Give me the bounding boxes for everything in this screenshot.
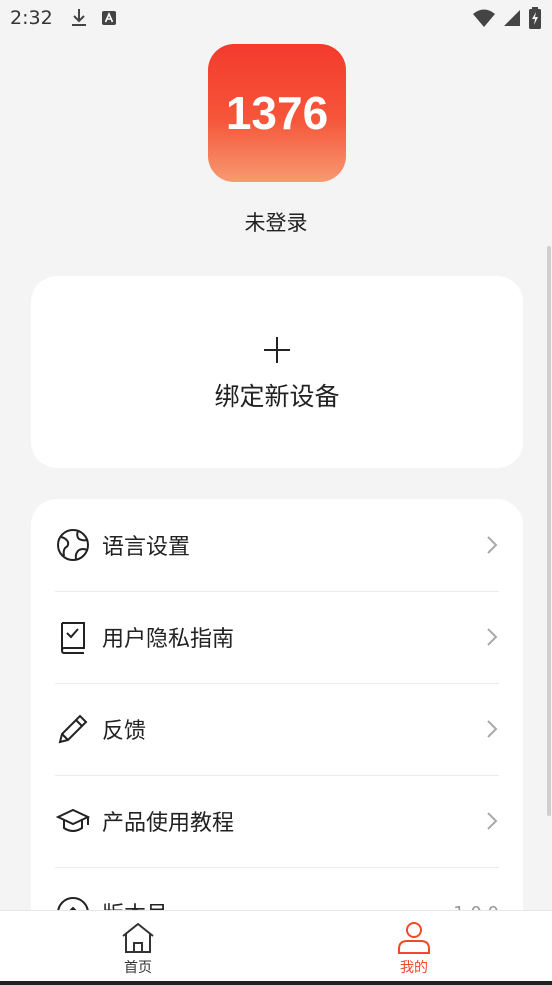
menu-item-privacy[interactable]: 用户隐私指南 — [31, 591, 523, 683]
battery-charging-icon — [529, 7, 541, 29]
wifi-icon — [473, 9, 495, 27]
bottom-edge — [0, 981, 552, 985]
menu-item-feedback[interactable]: 反馈 — [31, 683, 523, 775]
home-icon — [122, 922, 154, 953]
status-time: 2:32 — [10, 7, 53, 29]
nav-mine[interactable]: 我的 — [276, 911, 552, 985]
globe-icon — [56, 528, 90, 562]
logo-text: 1376 — [225, 87, 329, 139]
settings-menu: 语言设置 用户隐私指南 反馈 产品使用教程 — [31, 499, 523, 949]
menu-item-label: 反馈 — [102, 719, 147, 744]
bind-device-label: 绑定新设备 — [214, 382, 340, 411]
checklist-book-icon — [56, 620, 90, 654]
menu-item-label: 产品使用教程 — [102, 811, 235, 836]
nav-label: 我的 — [400, 960, 428, 976]
status-bar: 2:32 — [0, 0, 552, 36]
chevron-right-icon — [487, 720, 498, 738]
user-icon — [398, 922, 430, 954]
keyboard-a-icon — [101, 11, 116, 25]
menu-item-tutorial[interactable]: 产品使用教程 — [31, 775, 523, 867]
chevron-right-icon — [487, 628, 498, 646]
nav-label: 首页 — [124, 960, 152, 976]
chevron-right-icon — [487, 812, 498, 830]
pencil-icon — [56, 712, 90, 746]
signal-icon — [504, 10, 520, 26]
menu-item-label: 语言设置 — [102, 535, 191, 560]
download-icon — [71, 9, 86, 26]
nav-home[interactable]: 首页 — [0, 911, 276, 985]
graduation-cap-icon — [56, 804, 90, 838]
app-logo: 1376 — [208, 44, 346, 182]
bottom-nav: 首页 我的 — [0, 910, 552, 985]
plus-icon — [264, 337, 290, 363]
menu-item-label: 用户隐私指南 — [102, 627, 235, 652]
bind-device-button[interactable]: 绑定新设备 — [31, 276, 523, 468]
menu-item-language[interactable]: 语言设置 — [31, 499, 523, 591]
login-status[interactable]: 未登录 — [0, 207, 552, 237]
chevron-right-icon — [487, 536, 498, 554]
scrollbar[interactable] — [547, 246, 551, 816]
